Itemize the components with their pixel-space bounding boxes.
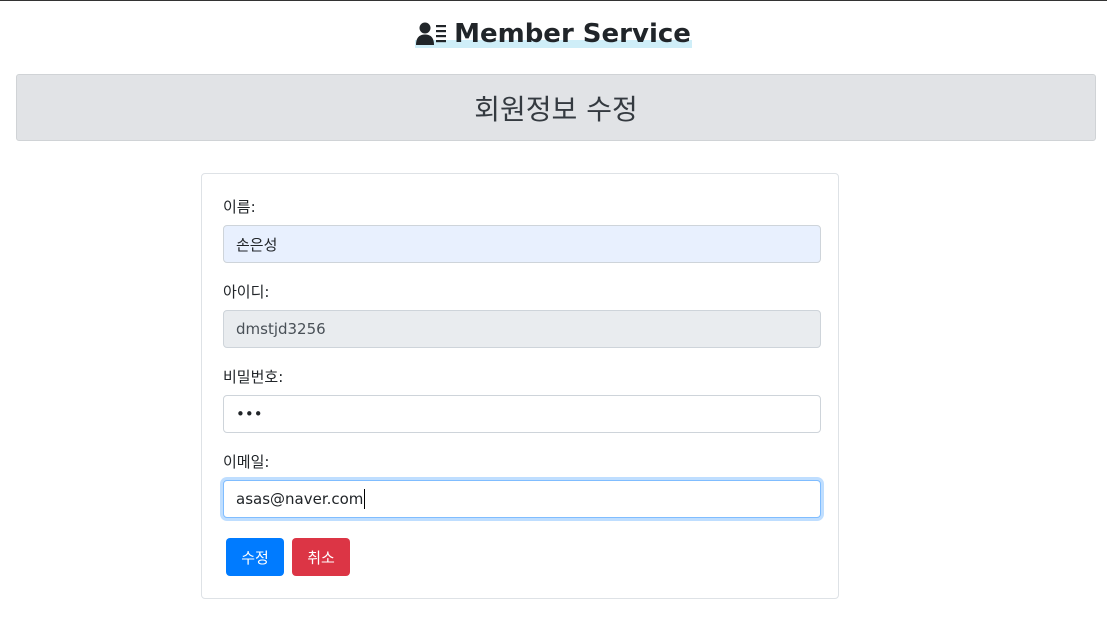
name-input-value: 손은성 bbox=[236, 235, 278, 254]
user-list-icon bbox=[416, 21, 448, 47]
cancel-button[interactable]: 취소 bbox=[292, 538, 350, 576]
email-input[interactable]: asas@naver.com bbox=[223, 480, 821, 518]
brand[interactable]: Member Service bbox=[415, 16, 692, 52]
name-input[interactable]: 손은성 bbox=[223, 225, 821, 263]
top-border bbox=[0, 0, 1107, 1]
submit-button[interactable]: 수정 bbox=[226, 538, 284, 576]
password-label: 비밀번호: bbox=[223, 368, 284, 386]
password-input[interactable]: ••• bbox=[223, 395, 821, 433]
userid-input-value: dmstjd3256 bbox=[236, 320, 326, 338]
page-banner: 회원정보 수정 bbox=[16, 74, 1096, 141]
brand-title: Member Service bbox=[454, 19, 691, 49]
edit-form-card: 이름: 손은성 아이디: dmstjd3256 비밀번호: ••• 이메일: a… bbox=[201, 173, 839, 599]
text-caret bbox=[364, 489, 366, 509]
email-input-value: asas@naver.com bbox=[236, 490, 364, 508]
header: Member Service bbox=[0, 16, 1107, 52]
userid-input: dmstjd3256 bbox=[223, 310, 821, 348]
email-label: 이메일: bbox=[223, 453, 270, 471]
password-input-value: ••• bbox=[236, 405, 263, 423]
page-title: 회원정보 수정 bbox=[474, 92, 638, 126]
userid-label: 아이디: bbox=[223, 283, 270, 301]
name-label: 이름: bbox=[223, 198, 256, 216]
